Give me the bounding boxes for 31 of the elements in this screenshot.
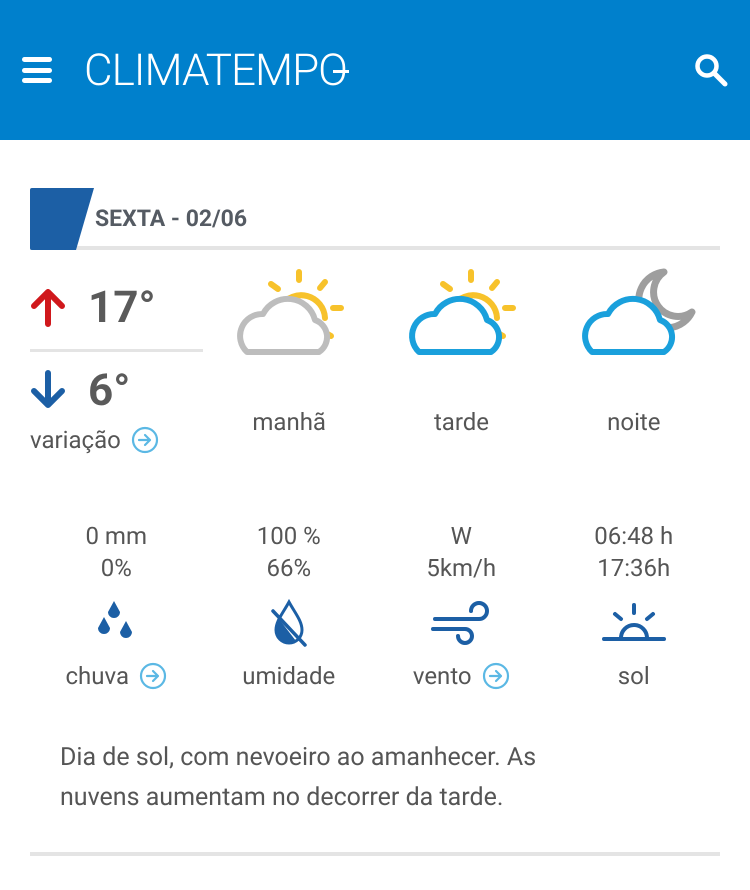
- day-title: SEXTA - 02/06: [95, 204, 248, 234]
- up-arrow-icon: [30, 286, 66, 326]
- stat-value: 0%: [100, 553, 132, 584]
- min-temperature: 6°: [88, 363, 130, 418]
- down-arrow-icon: [30, 370, 66, 410]
- stat-label: vento: [412, 661, 472, 692]
- logo[interactable]: CLIMATEMPO: [84, 48, 349, 92]
- stat-label: sol: [618, 661, 650, 692]
- period-label: tarde: [434, 407, 490, 438]
- variation-label: variação: [30, 425, 121, 456]
- forecast-summary: Dia de sol, com nevoeiro ao amanhecer. As nuvens aumentam no decorrer da tarde.: [30, 738, 720, 856]
- stat-value: 100 %: [256, 521, 321, 552]
- stat-label: umidade: [242, 661, 336, 692]
- drop-slash-icon: [268, 599, 309, 647]
- search-icon[interactable]: [694, 53, 728, 87]
- stat-value: 17:36h: [597, 553, 670, 584]
- wind-icon: [431, 599, 492, 647]
- stat-label: chuva: [65, 661, 129, 692]
- stat-value: 5km/h: [426, 553, 496, 584]
- period-label: noite: [607, 407, 660, 438]
- stat-value: 0 mm: [85, 521, 148, 552]
- arrow-circle-icon[interactable]: [482, 662, 510, 690]
- period-label: manhã: [252, 407, 326, 438]
- arrow-circle-icon[interactable]: [130, 426, 159, 454]
- max-temperature: 17°: [88, 280, 156, 334]
- stat-value: 06:48 h: [594, 521, 674, 552]
- stat-value: W: [450, 521, 472, 552]
- arrow-circle-icon[interactable]: [139, 662, 167, 690]
- stat-value: 66%: [266, 553, 312, 584]
- day-marker: [30, 188, 94, 250]
- menu-button[interactable]: [22, 57, 52, 83]
